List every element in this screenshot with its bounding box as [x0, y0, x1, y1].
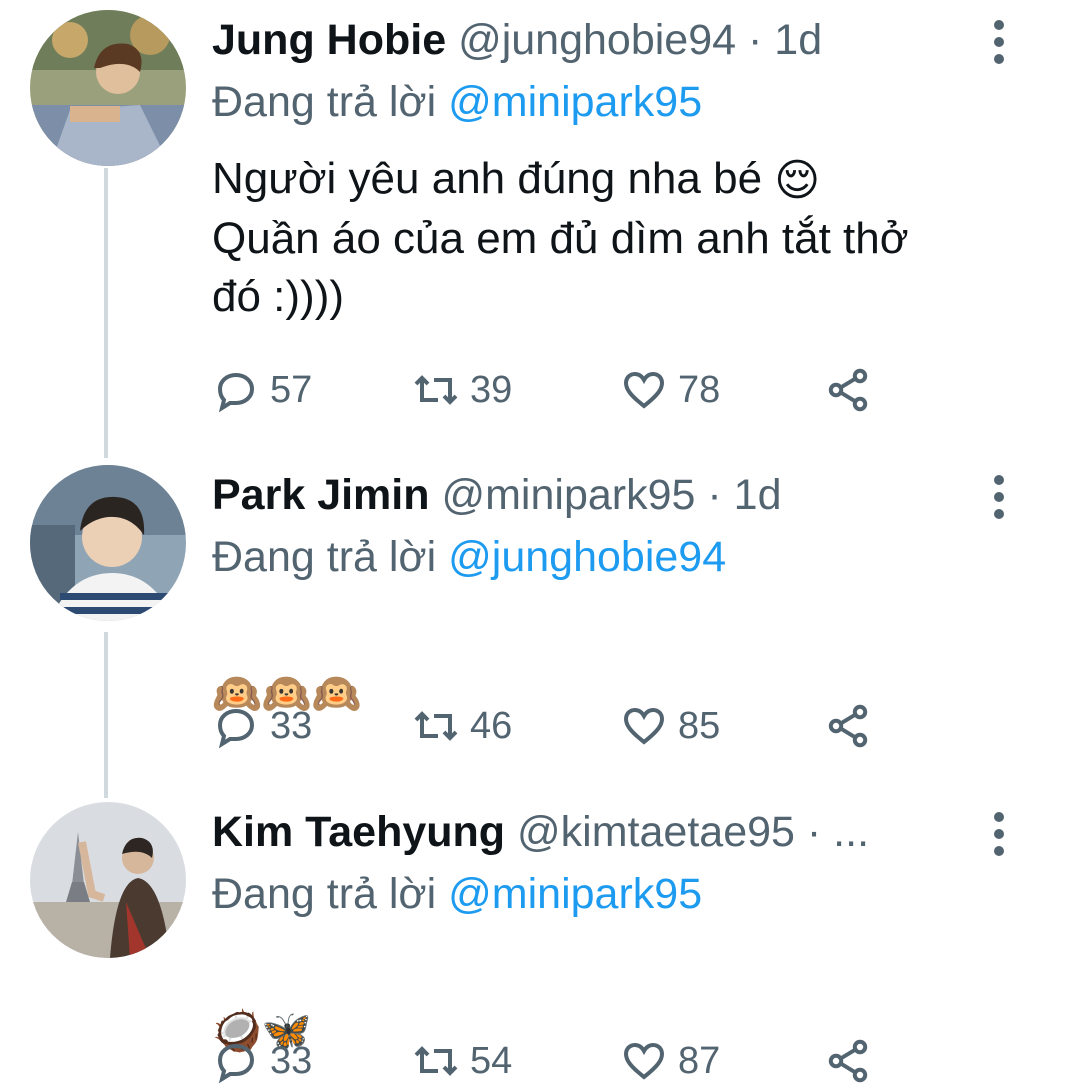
more-vertical-icon[interactable]	[982, 475, 1016, 519]
replying-to-label: Đang trả lời	[212, 78, 437, 126]
tweet-time[interactable]: 1d	[734, 471, 782, 519]
share-icon	[828, 368, 868, 412]
retweet-count: 46	[470, 704, 513, 747]
replying-to-label: Đang trả lời	[212, 870, 437, 918]
reply-icon	[217, 708, 255, 749]
retweet-button[interactable]: 39	[412, 365, 512, 415]
tweet-header: Jung Hobie @junghobie94 · 1d	[212, 14, 822, 66]
tweet-actions: 57 39 78	[212, 365, 912, 415]
avatar-image	[30, 802, 186, 958]
reply-count: 57	[270, 368, 313, 411]
like-count: 78	[678, 368, 721, 411]
replying-to: Đang trả lời @junghobie94	[212, 531, 726, 583]
avatar-image	[30, 465, 186, 621]
share-button[interactable]	[824, 701, 872, 751]
tweet-kimtaetae95[interactable]: Kim Taehyung @kimtaetae95 · ... Đang trả…	[0, 792, 1080, 1090]
reply-count: 33	[270, 704, 313, 747]
replying-to-mention[interactable]: @junghobie94	[448, 533, 726, 581]
retweet-icon	[414, 1046, 458, 1076]
replying-to-label: Đang trả lời	[212, 533, 437, 581]
like-count: 85	[678, 704, 721, 747]
tweet-time[interactable]: 1d	[774, 16, 822, 64]
tweet-time[interactable]: ...	[833, 808, 869, 856]
share-button[interactable]	[824, 1036, 872, 1086]
reply-button[interactable]: 57	[212, 365, 312, 415]
reply-icon	[217, 1043, 255, 1084]
more-vertical-icon[interactable]	[982, 812, 1016, 856]
retweet-button[interactable]: 54	[412, 1036, 512, 1086]
share-button[interactable]	[824, 365, 872, 415]
avatar[interactable]	[30, 10, 186, 166]
reply-icon	[217, 372, 255, 413]
separator: ·	[707, 471, 722, 519]
like-count: 87	[678, 1039, 721, 1082]
retweet-button[interactable]: 46	[412, 701, 512, 751]
avatar[interactable]	[30, 465, 186, 621]
retweet-icon	[414, 375, 458, 405]
tweet-text-line: Người yêu anh đúng nha bé	[212, 154, 763, 203]
avatar-image	[30, 10, 186, 166]
author-handle[interactable]: @kimtaetae95	[517, 808, 795, 856]
heart-icon	[623, 371, 665, 409]
reply-button[interactable]: 33	[212, 701, 312, 751]
relieved-face-emoji: 😌	[774, 156, 821, 206]
replying-to-mention[interactable]: @minipark95	[448, 78, 702, 126]
tweet-junghobie94[interactable]: Jung Hobie @junghobie94 · 1d Đang trả lờ…	[0, 0, 1080, 450]
avatar[interactable]	[30, 802, 186, 958]
like-button[interactable]: 78	[620, 365, 720, 415]
tweet-actions: 33 54 87	[212, 1036, 912, 1086]
like-button[interactable]: 85	[620, 701, 720, 751]
share-icon	[828, 704, 868, 748]
heart-icon	[623, 1042, 665, 1080]
separator: ·	[748, 16, 763, 64]
replying-to: Đang trả lời @minipark95	[212, 868, 702, 920]
author-handle[interactable]: @minipark95	[441, 471, 695, 519]
reply-button[interactable]: 33	[212, 1036, 312, 1086]
retweet-icon	[414, 711, 458, 741]
replying-to: Đang trả lời @minipark95	[212, 76, 702, 128]
tweet-actions: 33 46 85	[212, 701, 912, 751]
more-vertical-icon[interactable]	[982, 20, 1016, 64]
author-name[interactable]: Park Jimin	[212, 471, 430, 519]
heart-icon	[623, 707, 665, 745]
author-handle[interactable]: @junghobie94	[458, 16, 736, 64]
tweet-text-rest: Quần áo của em đủ dìm anh tắt thở đó :))…	[212, 214, 909, 322]
like-button[interactable]: 87	[620, 1036, 720, 1086]
reply-count: 33	[270, 1039, 313, 1082]
tweet-header: Park Jimin @minipark95 · 1d	[212, 469, 782, 521]
separator: ·	[806, 808, 822, 856]
tweet-text: Người yêu anh đúng nha bé 😌 Quần áo của …	[212, 150, 1032, 326]
retweet-count: 39	[470, 368, 513, 411]
tweet-minipark95[interactable]: Park Jimin @minipark95 · 1d Đang trả lời…	[0, 455, 1080, 790]
share-icon	[828, 1039, 868, 1083]
author-name[interactable]: Kim Taehyung	[212, 808, 505, 856]
author-name[interactable]: Jung Hobie	[212, 16, 446, 64]
retweet-count: 54	[470, 1039, 513, 1082]
tweet-header: Kim Taehyung @kimtaetae95 · ...	[212, 806, 869, 858]
replying-to-mention[interactable]: @minipark95	[448, 870, 702, 918]
